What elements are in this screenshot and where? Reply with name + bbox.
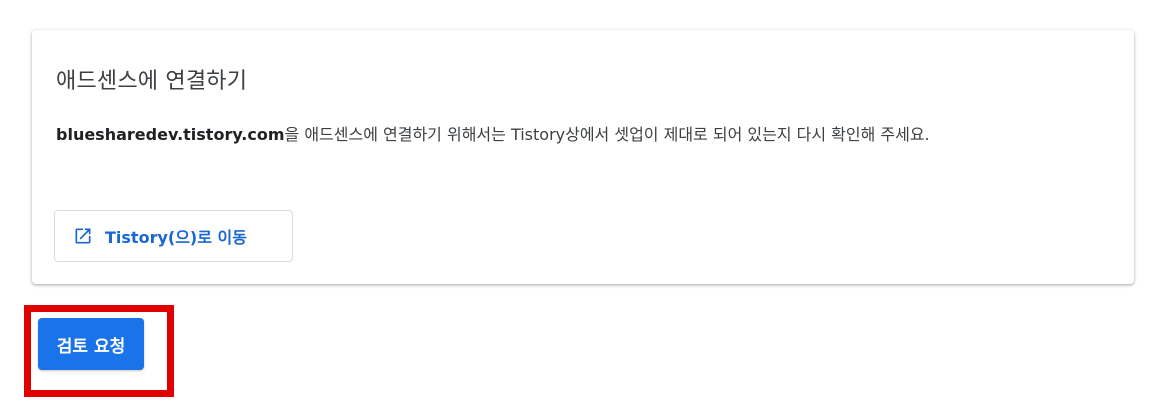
- review-request-button[interactable]: 검토 요청: [38, 318, 144, 370]
- go-to-tistory-label: Tistory(으)로 이동: [105, 228, 247, 247]
- go-to-tistory-button[interactable]: Tistory(으)로 이동: [54, 210, 293, 262]
- card-description: bluesharedev.tistory.com을 애드센스에 연결하기 위해서…: [56, 120, 1106, 149]
- adsense-connect-card: 애드센스에 연결하기 bluesharedev.tistory.com을 애드센…: [32, 30, 1134, 284]
- site-domain: bluesharedev.tistory.com: [56, 125, 285, 144]
- description-text: 을 애드센스에 연결하기 위해서는 Tistory상에서 셋업이 제대로 되어 …: [284, 125, 930, 144]
- open-in-new-icon: [73, 226, 93, 246]
- card-title: 애드센스에 연결하기: [56, 69, 248, 94]
